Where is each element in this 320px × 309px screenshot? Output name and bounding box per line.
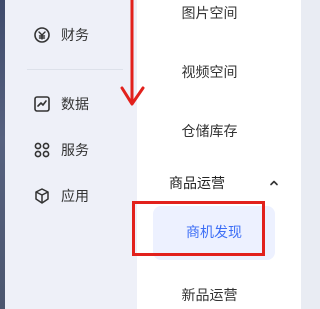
services-icon	[33, 141, 51, 159]
sidebar-item-data[interactable]: 数据	[33, 93, 89, 115]
annotation-arrow	[120, 0, 145, 106]
submenu-panel: 图片空间 视频空间 仓储库存 商品运营 商机发现 新品运营	[137, 0, 301, 309]
submenu-item-image-space[interactable]: 图片空间	[137, 3, 282, 23]
sidebar-item-label: 服务	[61, 143, 89, 159]
submenu-item-video-space[interactable]: 视频空间	[137, 62, 282, 82]
submenu-item-new-product-operations[interactable]: 新品运营	[137, 285, 282, 305]
submenu-group-label: 商品运营	[169, 176, 225, 192]
page: 财务 数据 服务 应用 图片空间 视频空间 仓储库存 商品运营 商机发现 新品运…	[0, 0, 301, 309]
sidebar-item-apps[interactable]: 应用	[33, 185, 89, 207]
submenu-group-product-operations[interactable]: 商品运营	[169, 173, 279, 193]
chevron-up-icon	[269, 178, 279, 188]
sidebar-divider	[27, 69, 123, 70]
cube-icon	[33, 187, 51, 205]
sidebar-item-finance[interactable]: 财务	[33, 24, 89, 46]
submenu-item-warehouse-inventory[interactable]: 仓储库存	[137, 121, 282, 141]
sidebar-item-label: 财务	[61, 28, 89, 44]
submenu-item-opportunity-discovery[interactable]: 商机发现	[153, 206, 275, 260]
sidebar-item-label: 应用	[61, 189, 89, 205]
sidebar-item-label: 数据	[61, 97, 89, 113]
yen-icon	[33, 26, 51, 44]
sidebar-item-services[interactable]: 服务	[33, 139, 89, 161]
chart-icon	[33, 95, 51, 113]
